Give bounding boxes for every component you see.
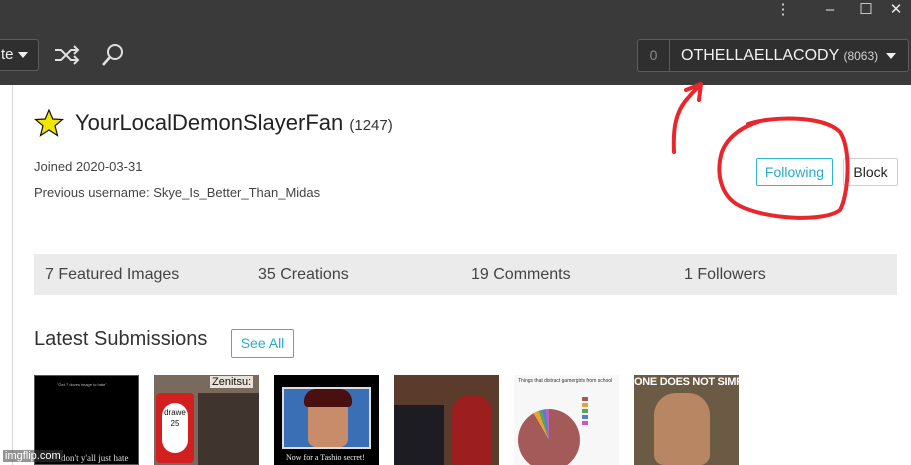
top-bar: ⋮ – ☐ ✕ te 0 OTHELLAELLACODY (8063) bbox=[0, 0, 911, 85]
profile-stats: 7 Featured Images 35 Creations 19 Commen… bbox=[34, 254, 897, 295]
maximize-icon[interactable]: ☐ bbox=[855, 0, 877, 20]
block-button[interactable]: Block bbox=[843, 158, 898, 186]
thumbnail-photo bbox=[198, 393, 259, 465]
imgflip-watermark: imgflip.com bbox=[3, 450, 63, 462]
submission-thumbnail[interactable]: Zenitsu: drawe 25 bbox=[154, 375, 259, 465]
search-icon[interactable] bbox=[100, 42, 130, 68]
create-label: te bbox=[1, 46, 14, 63]
thumbnail-title: Things that distract gamergirls from sch… bbox=[518, 378, 613, 384]
submission-thumbnail[interactable]: Things that distract gamergirls from sch… bbox=[514, 375, 619, 465]
thumbnail-frame bbox=[282, 387, 371, 449]
following-button[interactable]: Following bbox=[756, 158, 833, 186]
shuffle-icon[interactable] bbox=[52, 42, 82, 68]
submission-thumbnail[interactable] bbox=[394, 375, 499, 465]
chevron-down-icon bbox=[17, 52, 28, 59]
thumbnail-text: "Get 7 doves image to hate" bbox=[57, 382, 107, 387]
red-arrow-annotation bbox=[671, 82, 703, 154]
minimize-icon[interactable]: – bbox=[819, 0, 841, 20]
profile-score: (1247) bbox=[349, 117, 393, 134]
joined-date: Joined 2020-03-31 bbox=[34, 159, 143, 174]
profile-username: YourLocalDemonSlayerFan bbox=[75, 110, 344, 135]
thumbnail-figure bbox=[452, 395, 492, 465]
submission-thumbnail[interactable]: Now for a Tashio secret! bbox=[274, 375, 379, 465]
user-points: (8063) bbox=[843, 49, 879, 63]
stat-followers[interactable]: 1 Followers bbox=[684, 254, 766, 295]
profile-name: YourLocalDemonSlayerFan (1247) bbox=[75, 110, 393, 136]
thumbnail-text: ONE DOES NOT SIMPLY bbox=[634, 376, 739, 388]
previous-username: Previous username: Skye_Is_Better_Than_M… bbox=[34, 185, 321, 200]
create-button[interactable]: te bbox=[0, 39, 39, 71]
latest-submissions-title: Latest Submissions bbox=[34, 328, 208, 350]
pie-legend-graphic bbox=[582, 397, 612, 427]
username-text: OTHELLAELLACODY bbox=[681, 47, 839, 64]
page: ⋮ – ☐ ✕ te 0 OTHELLAELLACODY (8063) Your… bbox=[0, 0, 911, 465]
close-icon[interactable]: ✕ bbox=[885, 0, 907, 20]
stat-featured-images[interactable]: 7 Featured Images bbox=[45, 254, 179, 295]
uno-card-text: drawe 25 bbox=[162, 403, 188, 453]
submission-thumbnail[interactable]: ONE DOES NOT SIMPLY bbox=[634, 375, 739, 465]
more-vert-icon[interactable]: ⋮ bbox=[772, 0, 794, 20]
chevron-down-icon[interactable] bbox=[886, 53, 896, 59]
stat-creations[interactable]: 35 Creations bbox=[258, 254, 349, 295]
thumbnail-caption: Now for a Tashio secret! bbox=[286, 453, 365, 462]
username[interactable]: OTHELLAELLACODY (8063) bbox=[681, 40, 878, 71]
thumbnail-caption: don't y'all just hate bbox=[61, 453, 129, 463]
thumbnail-figure bbox=[394, 405, 444, 465]
pie-chart-graphic bbox=[518, 409, 580, 465]
stat-comments[interactable]: 19 Comments bbox=[471, 254, 571, 295]
uno-card: drawe 25 bbox=[156, 393, 194, 463]
thumbnail-label: Zenitsu: bbox=[210, 376, 254, 388]
user-menu[interactable]: 0 OTHELLAELLACODY (8063) bbox=[637, 39, 909, 72]
notification-count[interactable]: 0 bbox=[638, 40, 670, 71]
thumbnail-face bbox=[654, 393, 710, 465]
star-icon bbox=[33, 108, 65, 138]
see-all-button[interactable]: See All bbox=[231, 329, 294, 358]
left-divider bbox=[12, 85, 13, 465]
character-hair bbox=[304, 389, 352, 407]
